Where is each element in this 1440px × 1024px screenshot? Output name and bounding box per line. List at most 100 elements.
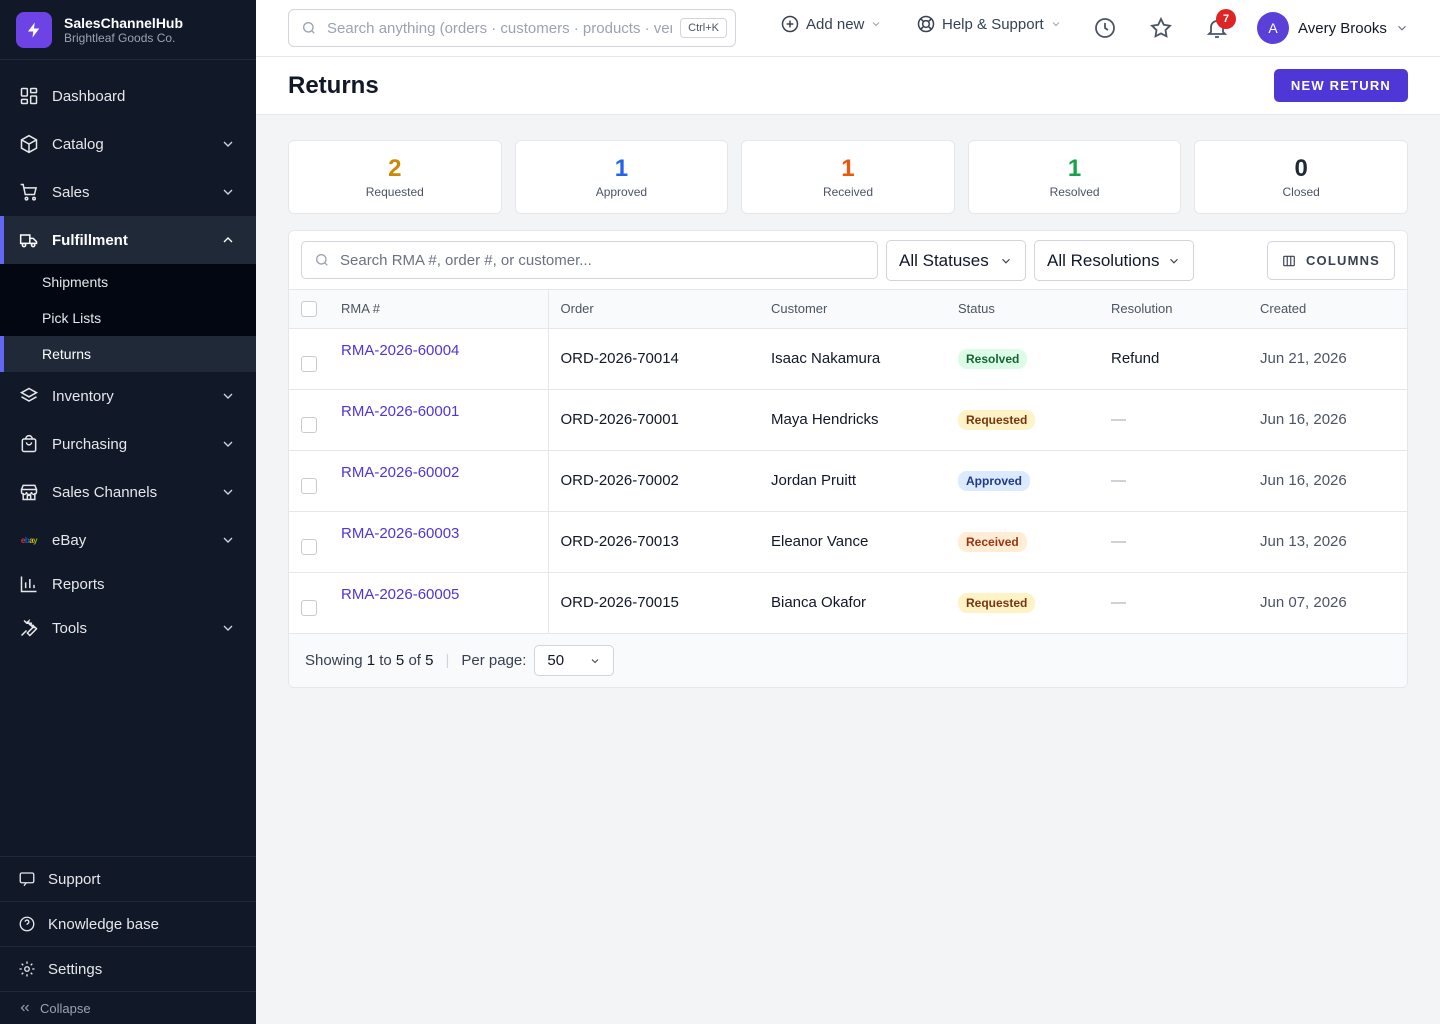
resolution-cell: — <box>1111 472 1126 489</box>
returns-search[interactable] <box>301 241 878 279</box>
row-checkbox[interactable] <box>301 355 317 372</box>
sidebar-item-shipments[interactable]: Shipments <box>0 264 256 300</box>
status-filter-select[interactable]: All Statuses <box>886 240 1026 281</box>
row-checkbox[interactable] <box>301 477 317 494</box>
user-menu[interactable]: A Avery Brooks <box>1257 12 1409 44</box>
sidebar-item-label: Settings <box>48 960 103 978</box>
chevron-down-icon <box>220 136 236 152</box>
header-order[interactable]: Order <box>548 290 771 329</box>
history-icon[interactable] <box>1093 16 1117 40</box>
row-select-cell <box>289 572 329 633</box>
sidebar-item-settings[interactable]: Settings <box>0 947 256 992</box>
stat-card-requested[interactable]: 2 Requested <box>288 140 502 214</box>
row-select-cell <box>289 389 329 450</box>
returns-table-card: All Statuses All Resolutions COLUMNS RMA… <box>288 230 1408 688</box>
rma-link[interactable]: RMA-2026-60002 <box>341 464 459 481</box>
rma-link[interactable]: RMA-2026-60001 <box>341 403 459 420</box>
help-support-button[interactable]: Help & Support <box>916 14 1062 34</box>
brand[interactable]: SalesChannelHub Brightleaf Goods Co. <box>0 0 256 60</box>
chevron-down-icon <box>870 18 882 30</box>
sidebar-item-catalog[interactable]: Catalog <box>0 120 256 168</box>
table-footer: Showing 1 to 5 of 5 | Per page: 50 <box>289 633 1407 687</box>
chevron-down-icon <box>589 655 601 667</box>
sidebar-item-support[interactable]: Support <box>0 857 256 902</box>
sidebar-item-fulfillment[interactable]: Fulfillment <box>0 216 256 264</box>
sidebar-item-label: Knowledge base <box>48 915 159 933</box>
sidebar-item-pick-lists[interactable]: Pick Lists <box>0 300 256 336</box>
new-return-button[interactable]: NEW RETURN <box>1273 69 1408 102</box>
sidebar-item-sales[interactable]: Sales <box>0 168 256 216</box>
global-search[interactable]: Ctrl+K <box>288 9 736 47</box>
chevron-down-icon <box>220 388 236 404</box>
created-cell: Jun 16, 2026 <box>1260 411 1347 428</box>
rma-cell: RMA-2026-60002 <box>329 450 549 511</box>
order-cell: ORD-2026-70002 <box>560 472 679 489</box>
rma-link[interactable]: RMA-2026-60003 <box>341 525 459 542</box>
showing-label: Showing <box>305 652 363 669</box>
sidebar-item-knowledge-base[interactable]: Knowledge base <box>0 902 256 947</box>
stat-card-resolved[interactable]: 1 Resolved <box>967 140 1182 214</box>
sidebar-item-dashboard[interactable]: Dashboard <box>0 72 256 120</box>
chart-icon <box>18 573 40 595</box>
resolution-filter-select[interactable]: All Resolutions <box>1034 240 1194 281</box>
table-row[interactable]: RMA-2026-60005 ORD-2026-70015 Bianca Oka… <box>289 572 1407 633</box>
range-from: 1 <box>366 652 376 669</box>
sidebar-item-purchasing[interactable]: Purchasing <box>0 420 256 468</box>
status-cell: Requested <box>958 389 1111 450</box>
per-page-label: Per page: <box>461 652 527 669</box>
status-cell: Approved <box>958 450 1111 511</box>
sidebar: SalesChannelHub Brightleaf Goods Co. Das… <box>0 0 256 1024</box>
status-badge: Received <box>958 531 1027 552</box>
sidebar-item-label: Catalog <box>52 135 104 153</box>
stat-label: Approved <box>595 185 648 199</box>
table-row[interactable]: RMA-2026-60004 ORD-2026-70014 Isaac Naka… <box>289 328 1407 389</box>
customer-cell: Bianca Okafor <box>771 594 867 611</box>
order-cell: ORD-2026-70001 <box>560 411 679 428</box>
chevron-down-icon <box>220 620 236 636</box>
stat-card-received[interactable]: 1 Received <box>741 140 955 214</box>
stat-value: 1 <box>841 155 855 182</box>
sidebar-item-sales-channels[interactable]: Sales Channels <box>0 468 256 516</box>
chevron-down-icon <box>220 532 236 548</box>
per-page-select[interactable]: 50 <box>534 645 615 676</box>
collapse-sidebar-button[interactable]: Collapse <box>0 992 256 1024</box>
returns-search-input[interactable] <box>340 251 877 269</box>
layers-icon <box>18 385 40 407</box>
range-to: 5 <box>395 652 405 669</box>
wrench-icon <box>18 617 40 639</box>
add-new-button[interactable]: Add new <box>780 14 882 34</box>
header-resolution[interactable]: Resolution <box>1111 290 1260 329</box>
rma-link[interactable]: RMA-2026-60004 <box>341 342 459 359</box>
stat-card-approved[interactable]: 1 Approved <box>514 140 729 214</box>
page-title: Returns <box>288 72 379 99</box>
table-row[interactable]: RMA-2026-60003 ORD-2026-70013 Eleanor Va… <box>289 511 1407 572</box>
sidebar-item-returns[interactable]: Returns <box>0 336 256 372</box>
row-checkbox[interactable] <box>301 416 317 433</box>
sidebar-item-tools[interactable]: Tools <box>0 604 256 652</box>
stat-card-closed[interactable]: 0 Closed <box>1194 140 1408 214</box>
star-icon[interactable] <box>1149 16 1173 40</box>
status-cell: Resolved <box>958 328 1111 389</box>
table-row[interactable]: RMA-2026-60002 ORD-2026-70002 Jordan Pru… <box>289 450 1407 511</box>
stat-value: 1 <box>614 155 629 182</box>
returns-table: RMA # Order Customer Status Resolution C… <box>289 290 1407 634</box>
header-status[interactable]: Status <box>958 290 1111 329</box>
header-rma[interactable]: RMA # <box>329 290 549 329</box>
sidebar-item-reports[interactable]: Reports <box>0 564 256 604</box>
sidebar-item-label: Fulfillment <box>52 231 128 249</box>
resolution-filter-value: All Resolutions <box>1047 250 1160 270</box>
select-all-checkbox[interactable] <box>301 300 317 317</box>
header-customer[interactable]: Customer <box>771 290 958 329</box>
header-created[interactable]: Created <box>1260 290 1407 329</box>
topbar: Ctrl+K Add new Help & Support 7 A Avery … <box>256 0 1440 57</box>
row-checkbox[interactable] <box>301 599 317 616</box>
row-checkbox[interactable] <box>301 538 317 555</box>
global-search-input[interactable] <box>327 19 673 37</box>
sidebar-item-inventory[interactable]: Inventory <box>0 372 256 420</box>
columns-button[interactable]: COLUMNS <box>1267 241 1395 280</box>
rma-link[interactable]: RMA-2026-60005 <box>341 586 459 603</box>
table-row[interactable]: RMA-2026-60001 ORD-2026-70001 Maya Hendr… <box>289 389 1407 450</box>
sidebar-item-label: Dashboard <box>52 87 126 105</box>
sidebar-item-ebay[interactable]: ebay eBay <box>0 516 256 564</box>
order-cell: ORD-2026-70013 <box>560 533 679 550</box>
